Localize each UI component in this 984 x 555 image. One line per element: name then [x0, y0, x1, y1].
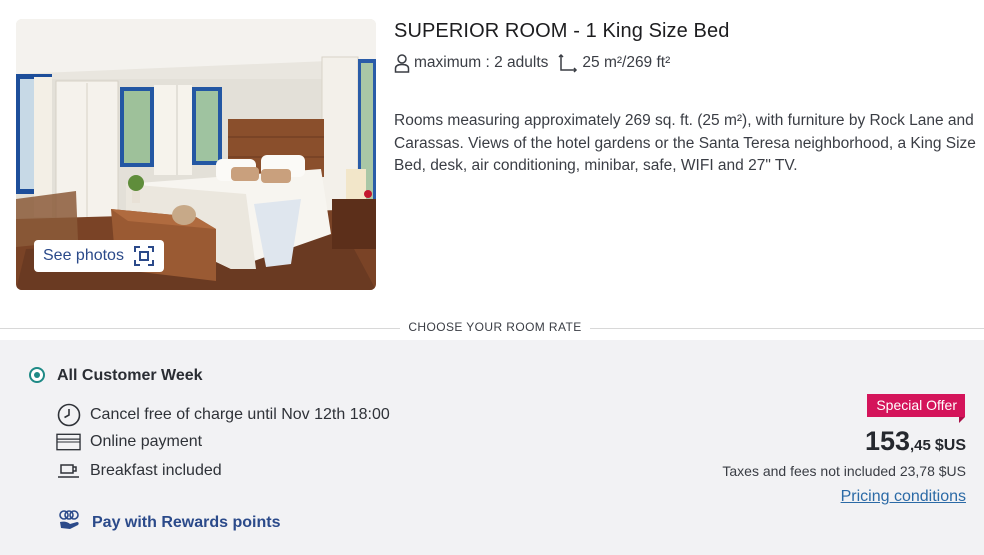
- feature-cancellation: Cancel free of charge until Nov 12th 18:…: [56, 403, 390, 427]
- capacity-text: maximum : 2 adults: [414, 54, 549, 71]
- price-decimal: ,45: [910, 437, 931, 454]
- pay-with-rewards-button[interactable]: Pay with Rewards points: [58, 509, 280, 536]
- credit-card-icon: [56, 433, 81, 451]
- rate-radio-button[interactable]: [29, 367, 45, 383]
- person-icon: [394, 54, 410, 73]
- area-corner-icon: [558, 53, 578, 73]
- feature-payment: Online payment: [56, 433, 202, 451]
- feature-label: Breakfast included: [90, 462, 222, 479]
- room-title: SUPERIOR ROOM - 1 King Size Bed: [394, 20, 730, 42]
- room-capacity-row: maximum : 2 adults 25 m²/269 ft²: [394, 53, 670, 73]
- rewards-label: Pay with Rewards points: [92, 513, 281, 531]
- rate-option-panel: All Customer Week Cancel free of charge …: [0, 340, 984, 555]
- rate-name: All Customer Week: [57, 367, 203, 384]
- room-photo[interactable]: See photos: [16, 19, 376, 290]
- taxes-note: Taxes and fees not included 23,78 $US: [722, 463, 966, 479]
- area-text: 25 m²/269 ft²: [582, 54, 671, 71]
- choose-rate-heading: CHOOSE YOUR ROOM RATE: [408, 320, 582, 334]
- gallery-frame-icon: [133, 246, 154, 266]
- price-currency: $US: [934, 437, 966, 454]
- see-photos-label: See photos: [43, 247, 124, 264]
- feature-breakfast: Breakfast included: [56, 462, 222, 480]
- rewards-coins-icon: [59, 510, 79, 529]
- price-integer: 153: [864, 426, 911, 456]
- special-offer-badge: Special Offer: [867, 394, 965, 423]
- pricing-conditions-link[interactable]: Pricing conditions: [841, 488, 966, 506]
- coffee-cup-icon: [57, 464, 79, 478]
- see-photos-button[interactable]: See photos: [34, 240, 164, 272]
- clock-icon: [57, 403, 80, 427]
- feature-label: Online payment: [90, 433, 203, 450]
- feature-label: Cancel free of charge until Nov 12th 18:…: [90, 406, 390, 423]
- price: 153 ,45 $US: [865, 426, 966, 457]
- room-description: Rooms measuring approximately 269 sq. ft…: [394, 112, 976, 174]
